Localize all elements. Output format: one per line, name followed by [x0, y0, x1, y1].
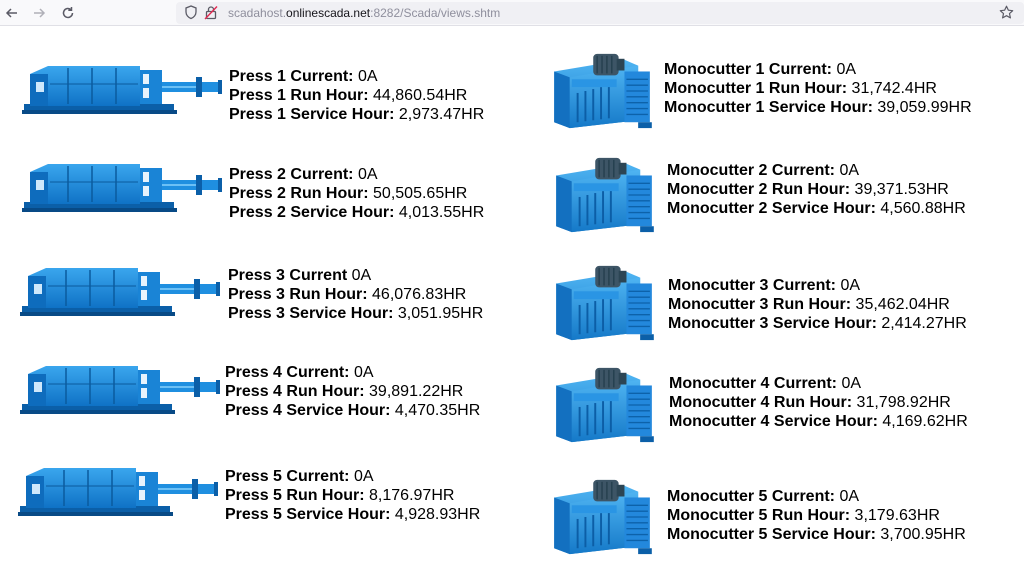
press-2-service-hour: Press 2 Service Hour: 4,013.55HR	[229, 204, 485, 221]
monocutter-3-readout: Monocutter 3 Current: 0A Monocutter 3 Ru…	[668, 276, 967, 333]
monocutter-2-run-hour: Monocutter 2 Run Hour: 39,371.53HR	[667, 181, 949, 198]
forward-button[interactable]	[29, 3, 49, 23]
forward-arrow-icon	[34, 8, 46, 18]
bookmark-star-button[interactable]	[999, 5, 1014, 25]
monocutter-4-service-hour: Monocutter 4 Service Hour: 4,169.62HR	[669, 413, 968, 430]
press-1-readout: Press 1 Current: 0A Press 1 Run Hour: 44…	[229, 67, 484, 124]
bookmark-star-icon	[999, 5, 1014, 19]
monocutter-machine-image	[548, 50, 658, 132]
monocutter-machine-image	[548, 476, 658, 558]
monocutter-5-service-hour: Monocutter 5 Service Hour: 3,700.95HR	[667, 526, 966, 543]
url-path: :8282/Scada/views.shtm	[370, 6, 501, 20]
url-text[interactable]: scadahost.onlinescada.net:8282/Scada/vie…	[228, 6, 500, 20]
press-machine-image	[20, 360, 220, 420]
press-1-run-hour: Press 1 Run Hour: 44,860.54HR	[229, 87, 468, 104]
press-5-image	[18, 462, 218, 522]
back-button[interactable]	[2, 3, 22, 23]
monocutter-1-current: Monocutter 1 Current: 0A	[664, 61, 857, 78]
monocutter-3-service-hour: Monocutter 3 Service Hour: 2,414.27HR	[668, 315, 967, 332]
monocutter-4-readout: Monocutter 4 Current: 0A Monocutter 4 Ru…	[669, 374, 968, 431]
press-3-run-hour: Press 3 Run Hour: 46,076.83HR	[228, 286, 467, 303]
monocutter-5-readout: Monocutter 5 Current: 0A Monocutter 5 Ru…	[667, 487, 966, 544]
press-machine-image	[22, 60, 222, 120]
monocutter-5-current: Monocutter 5 Current: 0A	[667, 488, 860, 505]
shield-icon[interactable]	[184, 5, 198, 25]
press-5-run-hour: Press 5 Run Hour: 8,176.97HR	[225, 487, 455, 504]
press-machine-image	[20, 262, 220, 322]
back-arrow-icon	[5, 8, 17, 18]
monocutter-4-run-hour: Monocutter 4 Run Hour: 31,798.92HR	[669, 394, 951, 411]
monocutter-4-image	[550, 364, 660, 446]
monocutter-machine-image	[550, 154, 660, 236]
monocutter-5-image	[548, 476, 658, 558]
press-5-readout: Press 5 Current: 0A Press 5 Run Hour: 8,…	[225, 467, 480, 524]
press-3-current: Press 3 Current 0A	[228, 267, 372, 284]
url-domain: onlinescada.net	[286, 6, 371, 20]
press-2-current: Press 2 Current: 0A	[229, 166, 378, 183]
monocutter-1-image	[548, 50, 658, 132]
press-5-service-hour: Press 5 Service Hour: 4,928.93HR	[225, 506, 481, 523]
press-2-run-hour: Press 2 Run Hour: 50,505.65HR	[229, 185, 468, 202]
monocutter-1-run-hour: Monocutter 1 Run Hour: 31,742.4HR	[664, 80, 937, 97]
press-3-image	[20, 262, 220, 322]
press-1-current: Press 1 Current: 0A	[229, 68, 378, 85]
monocutter-machine-image	[550, 262, 660, 344]
press-4-service-hour: Press 4 Service Hour: 4,470.35HR	[225, 402, 481, 419]
press-2-image	[22, 158, 222, 218]
monocutter-1-readout: Monocutter 1 Current: 0A Monocutter 1 Ru…	[664, 60, 972, 117]
monocutter-5-run-hour: Monocutter 5 Run Hour: 3,179.63HR	[667, 507, 940, 524]
press-1-image	[22, 60, 222, 120]
monocutter-3-image	[550, 262, 660, 344]
monocutter-3-run-hour: Monocutter 3 Run Hour: 35,462.04HR	[668, 296, 950, 313]
press-machine-image	[18, 462, 218, 522]
url-bar[interactable]: scadahost.onlinescada.net:8282/Scada/vie…	[176, 2, 1024, 24]
press-4-current: Press 4 Current: 0A	[225, 364, 374, 381]
press-1-service-hour: Press 1 Service Hour: 2,973.47HR	[229, 106, 485, 123]
monocutter-1-service-hour: Monocutter 1 Service Hour: 39,059.99HR	[664, 99, 972, 116]
monocutter-2-current: Monocutter 2 Current: 0A	[667, 162, 860, 179]
url-host: scadahost.	[228, 6, 287, 20]
reload-icon	[62, 7, 74, 19]
reload-button[interactable]	[58, 3, 78, 23]
press-machine-image	[22, 158, 222, 218]
press-5-current: Press 5 Current: 0A	[225, 468, 374, 485]
monocutter-2-service-hour: Monocutter 2 Service Hour: 4,560.88HR	[667, 200, 966, 217]
press-3-service-hour: Press 3 Service Hour: 3,051.95HR	[228, 305, 484, 322]
monocutter-2-readout: Monocutter 2 Current: 0A Monocutter 2 Ru…	[667, 161, 966, 218]
monocutter-2-image	[550, 154, 660, 236]
press-4-run-hour: Press 4 Run Hour: 39,891.22HR	[225, 383, 464, 400]
press-3-readout: Press 3 Current 0A Press 3 Run Hour: 46,…	[228, 266, 483, 323]
monocutter-4-current: Monocutter 4 Current: 0A	[669, 375, 862, 392]
insecure-lock-icon[interactable]	[204, 5, 218, 25]
press-4-readout: Press 4 Current: 0A Press 4 Run Hour: 39…	[225, 363, 480, 420]
browser-toolbar: scadahost.onlinescada.net:8282/Scada/vie…	[0, 0, 1024, 26]
monocutter-machine-image	[550, 364, 660, 446]
press-4-image	[20, 360, 220, 420]
press-2-readout: Press 2 Current: 0A Press 2 Run Hour: 50…	[229, 165, 484, 222]
monocutter-3-current: Monocutter 3 Current: 0A	[668, 277, 861, 294]
